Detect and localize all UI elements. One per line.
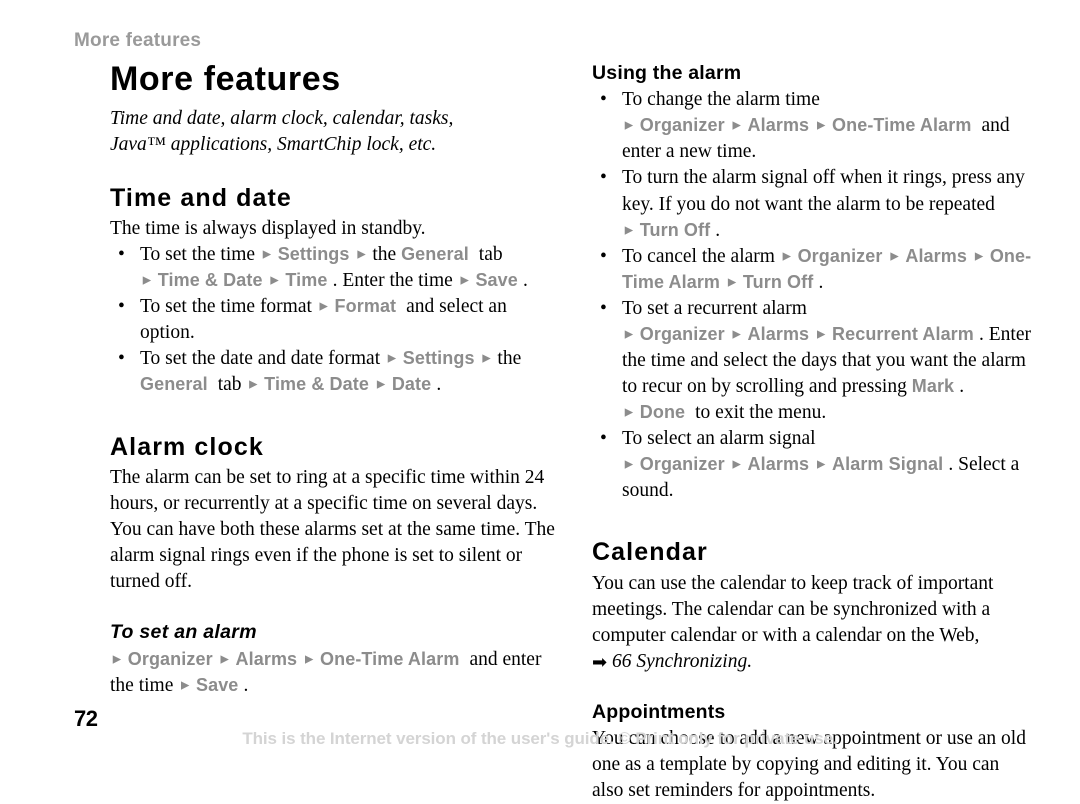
menu-arrow-icon: ► — [814, 455, 833, 472]
bullet-dot-icon: • — [600, 167, 607, 189]
section-heading-calendar: Calendar — [592, 537, 708, 566]
ui-term: Mark — [911, 375, 960, 396]
to-set-an-alarm-steps: ► Organizer ► Alarms ► One-Time Alarm an… — [110, 648, 542, 696]
menu-arrow-icon: ► — [622, 221, 640, 238]
ui-term: Settings — [402, 348, 480, 369]
ui-term: Time & Date — [264, 374, 375, 395]
ui-term: Organizer — [639, 323, 730, 344]
menu-arrow-icon: ► — [354, 245, 373, 262]
ui-term: Turn Off — [639, 219, 716, 240]
section-heading-time-and-date: Time and date — [110, 183, 292, 212]
bullet-item-set-the-time: • To set the time ► Settings ► the Genera… — [118, 244, 528, 292]
menu-arrow-icon: ► — [622, 403, 640, 420]
bullet-dot-icon: • — [600, 297, 607, 319]
section-heading-alarm-clock: Alarm clock — [110, 432, 264, 461]
menu-arrow-icon: ► — [729, 455, 748, 472]
alarm-clock-body: The alarm can be set to ring at a specif… — [110, 467, 555, 593]
menu-arrow-icon: ► — [779, 247, 798, 264]
page-title: More features — [110, 60, 341, 98]
bullet-dot-icon: • — [118, 296, 125, 318]
menu-arrow-icon: ► — [178, 676, 196, 693]
menu-arrow-icon: ► — [622, 325, 640, 342]
menu-arrow-icon: ► — [972, 247, 990, 264]
running-header: More features — [74, 30, 202, 51]
calendar-body: You can use the calendar to keep track o… — [592, 572, 994, 646]
menu-arrow-icon: ► — [622, 116, 640, 133]
menu-arrow-icon: ► — [725, 273, 743, 290]
using-the-alarm-bullet-list: • To change the alarm time ► Organizer ► … — [592, 87, 1032, 504]
bullet-dot-icon: • — [600, 427, 607, 449]
ui-term: Save — [195, 674, 244, 695]
ui-term: Time — [285, 270, 333, 291]
bullet-item-change-the-alarm-time: • To change the alarm time ► Organizer ► … — [600, 89, 1010, 163]
left-column: More features Time and date, alarm clock… — [110, 60, 562, 699]
ui-term: Alarms — [747, 323, 815, 344]
bullet-item-set-the-date-and-date-format: • To set the date and date format ► Setti… — [118, 348, 522, 396]
page-subtitle: Time and date, alarm clock, calendar, ta… — [110, 106, 562, 158]
menu-arrow-icon: ► — [110, 650, 128, 667]
menu-arrow-icon: ► — [814, 116, 833, 133]
ui-term: Alarms — [747, 115, 815, 136]
bullet-item-set-the-time-format: • To set the time format ► Format and sel… — [118, 296, 507, 344]
menu-arrow-icon: ► — [316, 297, 335, 314]
menu-arrow-icon: ► — [887, 247, 906, 264]
menu-arrow-icon: ► — [140, 271, 158, 288]
ui-term: Alarms — [235, 648, 303, 669]
menu-arrow-icon: ► — [385, 349, 403, 366]
menu-arrow-icon: ► — [479, 349, 498, 366]
menu-arrow-icon: ► — [622, 455, 640, 472]
subheading-appointments: Appointments — [592, 700, 726, 723]
bullet-item-select-an-alarm-signal: • To select an alarm signal ► Organizer ►… — [600, 427, 1020, 501]
cross-reference-arrow-icon: ➡ — [592, 651, 608, 673]
right-column: Using the alarm • To change the alarm tim… — [592, 62, 1032, 804]
subheading-to-set-an-alarm: To set an alarm — [110, 621, 257, 644]
footer-note: This is the Internet version of the user… — [242, 729, 838, 748]
page-subtitle-line-1: Time and date, alarm clock, calendar, ta… — [110, 107, 454, 129]
ui-term: Organizer — [127, 648, 218, 669]
bullet-item-turn-alarm-signal-off: • To turn the alarm signal off when it ri… — [600, 167, 1025, 241]
menu-arrow-icon: ► — [217, 650, 236, 667]
bullet-item-cancel-the-alarm: • To cancel the alarm ► Organizer ► Alarm… — [600, 245, 1032, 293]
ui-term: General — [401, 244, 474, 265]
ui-term: One-Time Alarm — [320, 648, 465, 669]
bullet-item-set-a-recurrent-alarm: • To set a recurrent alarm ► Organizer ► … — [600, 297, 1031, 423]
menu-arrow-icon: ► — [246, 375, 265, 392]
menu-arrow-icon: ► — [814, 325, 833, 342]
bullet-dot-icon: • — [118, 348, 125, 370]
subheading-using-the-alarm: Using the alarm — [592, 62, 742, 84]
ui-term: Organizer — [797, 245, 888, 266]
ui-term: General — [140, 374, 213, 395]
bullet-dot-icon: • — [600, 245, 607, 267]
ui-term: Alarms — [905, 245, 973, 266]
ui-term: Done — [639, 401, 691, 422]
menu-arrow-icon: ► — [259, 245, 278, 262]
cross-reference-label[interactable]: 66 Synchronizing. — [612, 651, 752, 672]
menu-arrow-icon: ► — [457, 271, 476, 288]
calendar-cross-reference[interactable]: ➡ 66 Synchronizing. — [592, 649, 1032, 675]
bullet-dot-icon: • — [600, 89, 607, 111]
ui-term: Recurrent Alarm — [832, 323, 979, 344]
ui-term: One-Time Alarm — [832, 115, 977, 136]
ui-term: Save — [475, 270, 523, 291]
menu-arrow-icon: ► — [267, 271, 286, 288]
menu-arrow-icon: ► — [729, 325, 748, 342]
ui-term: Alarms — [747, 453, 815, 474]
time-and-date-intro: The time is always displayed in standby. — [110, 218, 426, 240]
ui-term: Date — [391, 374, 437, 395]
ui-term: Settings — [277, 244, 355, 265]
time-and-date-bullet-list: • To set the time ► Settings ► the Genera… — [110, 242, 562, 398]
ui-term: Time & Date — [157, 270, 268, 291]
bullet-dot-icon: • — [118, 244, 125, 266]
ui-term: Alarm Signal — [832, 453, 949, 474]
menu-arrow-icon: ► — [302, 650, 321, 667]
ui-term: Format — [334, 296, 402, 317]
ui-term: Organizer — [639, 115, 730, 136]
ui-term: Turn Off — [742, 271, 819, 292]
page-subtitle-line-2: Java™ applications, SmartChip lock, etc. — [110, 133, 437, 155]
menu-arrow-icon: ► — [729, 116, 748, 133]
menu-arrow-icon: ► — [374, 375, 392, 392]
ui-term: Organizer — [639, 453, 730, 474]
